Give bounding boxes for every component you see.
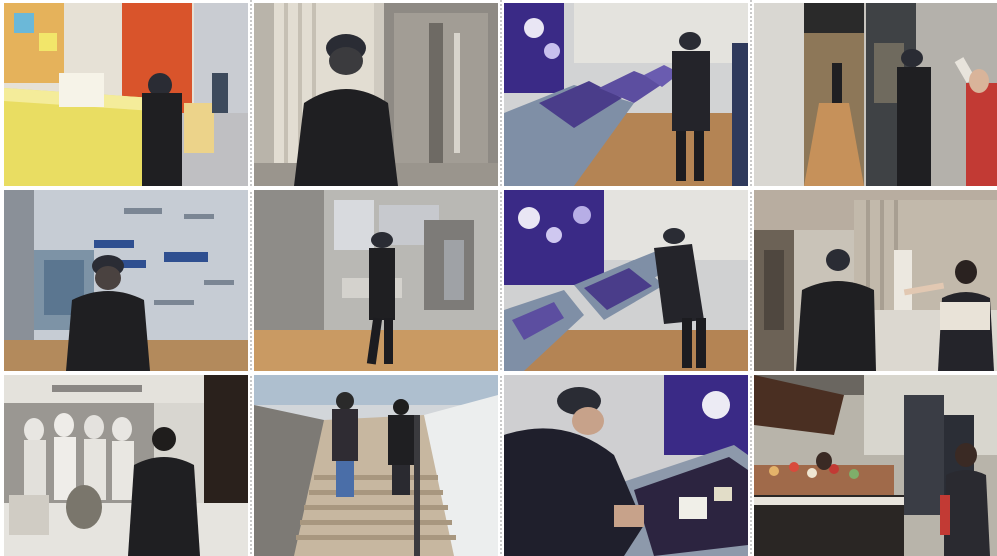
photo-staff-explaining [754,190,997,371]
column-divider [498,0,504,556]
photo-reception-desk [4,3,248,186]
row-divider [0,186,997,190]
photo-kiosk-closeup [504,375,748,556]
photo-glass-door-lobby [254,3,498,186]
row-divider [0,371,997,375]
photo-museum-gallery [254,190,498,371]
column-divider [248,0,254,556]
photo-shop-counter [754,375,997,556]
photo-kiosk-touchscreen [504,190,748,371]
column-divider [748,0,754,556]
photo-stairway-descent [254,375,498,556]
photo-corridor-with-phone [754,3,997,186]
photo-historic-photo-wall [4,375,248,556]
photo-wall-exhibit-labels [4,190,248,371]
photo-kiosk-row [504,3,748,186]
